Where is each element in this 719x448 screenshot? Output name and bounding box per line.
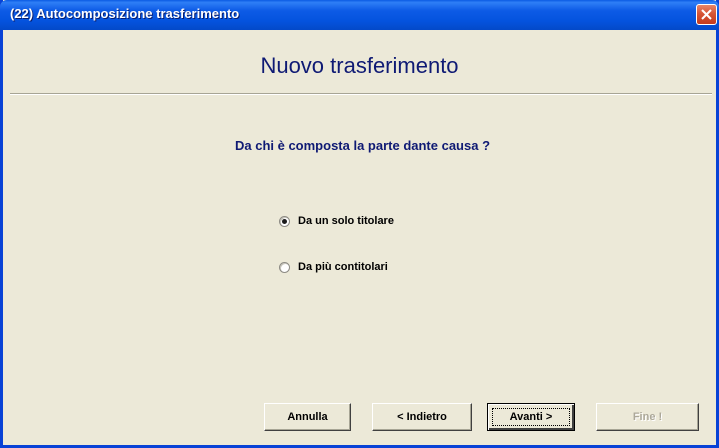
finish-button-label: Fine ! — [632, 411, 663, 423]
close-icon — [701, 9, 712, 20]
close-button[interactable] — [696, 4, 717, 25]
radio-label-multiple-owners[interactable]: Da più contitolari — [298, 261, 388, 273]
wizard-window: (22) Autocomposizione trasferimento Nuov… — [0, 0, 719, 448]
header-separator — [10, 93, 712, 95]
finish-button[interactable]: Fine ! — [596, 403, 699, 431]
radio-multiple-owners[interactable]: Da più contitolari — [279, 259, 388, 275]
cancel-button-label: Annulla — [287, 411, 328, 423]
window-title: (22) Autocomposizione trasferimento — [10, 6, 240, 21]
radio-button-unchecked[interactable] — [279, 261, 290, 273]
page-title: Nuovo trasferimento — [260, 53, 459, 78]
radio-dot — [282, 218, 287, 224]
radio-single-owner[interactable]: Da un solo titolare — [279, 213, 394, 229]
radio-button-checked[interactable] — [279, 215, 290, 227]
focus-indicator — [492, 408, 570, 426]
question-label: Da chi è composta la parte dante causa ? — [234, 138, 491, 153]
title-bar[interactable]: (22) Autocomposizione trasferimento — [0, 0, 719, 30]
back-button-label: < Indietro — [397, 411, 447, 423]
back-button[interactable]: < Indietro — [372, 403, 472, 431]
cancel-button[interactable]: Annulla — [264, 403, 351, 431]
next-button[interactable]: Avanti > — [487, 403, 575, 431]
radio-label-single-owner[interactable]: Da un solo titolare — [298, 215, 394, 227]
